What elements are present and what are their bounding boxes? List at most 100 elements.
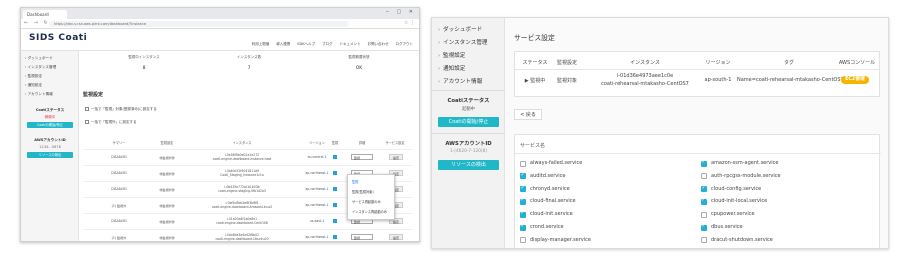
sidebar-item-instances[interactable]: › インスタンス管理 (438, 38, 488, 46)
table-header: インスタンス (630, 60, 660, 66)
aws-account-id: 1-(4620-7-120(8) (449, 149, 488, 154)
ec2-console-button[interactable]: EC2管理 (841, 76, 869, 84)
dropdown-option[interactable]: サービス再起動のみ (352, 199, 381, 204)
service-name: dbus.service (711, 224, 743, 230)
table-header: 監視 (331, 141, 339, 145)
top-nav-item[interactable]: ログアウト (396, 42, 414, 47)
top-nav-item[interactable]: 利用上限値 (252, 42, 270, 47)
url-field[interactable]: https://dev-v-rsa.aws.pirnt.com/dashboar… (49, 21, 349, 27)
service-checkbox[interactable] (701, 197, 707, 205)
page-title: サービス設定 (514, 34, 555, 42)
service-name: auditd.service (530, 172, 566, 179)
service-checkbox[interactable] (520, 223, 526, 231)
bulk-monitor-check[interactable]: 一括で「監視」対象(登録済み)に設定する (85, 107, 157, 112)
dropdown-option[interactable]: 監視 (352, 179, 358, 184)
coati-toggle-button[interactable]: Coatiの開始/停止 (438, 117, 499, 127)
service-checkbox[interactable] (701, 173, 707, 180)
resource-detect-button[interactable]: リソースの検出 (27, 152, 73, 158)
top-nav-item[interactable]: お問い合わせ (368, 42, 389, 47)
top-nav-item[interactable]: ブログ (322, 42, 333, 47)
browser-menu-icon[interactable]: ☆ ⋮ (404, 20, 415, 26)
bulk-unmonitor-check[interactable]: 一括で「監視外」に設定する (85, 120, 137, 125)
monitor-setting-value: 監視対象 (556, 78, 577, 84)
window-controls[interactable]: ‒ ▢ ✕ (386, 9, 416, 15)
services-header: サービス名 (520, 143, 546, 149)
service-checkbox[interactable] (701, 211, 707, 218)
dropdown-option[interactable]: 監視(監視対象) (352, 189, 374, 194)
status-value: ▶ 監視中 (524, 78, 546, 84)
main-panel: 監視中インスタンス 8 インスタンス数 7 監視概要状態 OK 監視設定 一括で… (79, 51, 419, 241)
monitor-select[interactable]: 監視 (351, 234, 373, 240)
table-header: AWSコンソール (838, 60, 876, 66)
sidebar-item-monitoring[interactable]: › 監視設定 (25, 74, 42, 79)
instance-id: i-01d36e4973aee1c0e (616, 73, 674, 79)
service-checkbox[interactable] (520, 160, 526, 167)
service-checkbox[interactable] (520, 210, 526, 218)
instance-cell: i-0dc6be3e4a42f8b02 coati-engine-dashboa… (215, 233, 269, 241)
summary-cell: DISABLED (111, 187, 127, 191)
dropdown-option[interactable]: インスタンス再起動のみ (352, 209, 387, 214)
coati-toggle-button[interactable]: Coatiの開始/停止 (27, 122, 73, 128)
service-setting-button[interactable]: 設定 (389, 234, 403, 240)
instance-cell: i-0ab3c52f9041811d9 Coati_Staging_Instan… (220, 169, 264, 177)
table-row: DISABLED 非監視対象 i-0e58f5b0e01a1e272 coati-e… (83, 149, 413, 165)
top-nav-item[interactable]: SDKヘルプ (297, 42, 315, 47)
aws-account-id: 1234...5678 (39, 145, 61, 149)
table-header: 監視設定 (160, 141, 174, 145)
service-setting-button[interactable]: 設定 (389, 154, 403, 160)
service-checkbox[interactable] (701, 237, 707, 244)
summary-value: OK (355, 66, 363, 71)
monitor-checkbox[interactable] (333, 219, 337, 223)
region-cell: ap-northeast-1 (305, 203, 329, 207)
service-name: cloud-final.service (530, 198, 576, 205)
service-checkbox[interactable] (520, 185, 526, 193)
aws-account-title: AWSアカウントID (445, 141, 492, 147)
sidebar: › ダッシュボード › インスタンス管理 › 監視設定 › 通知設定 › アカウント情報 … (432, 18, 505, 248)
sidebar-item-account[interactable]: › アカウント情報 (25, 92, 53, 97)
nav-arrows-icon[interactable]: ← → ↻ (24, 20, 50, 26)
monitor-setting-cell: 非監視対象 (159, 204, 175, 208)
chevron-right-icon: › (438, 79, 440, 85)
sidebar-item-monitoring[interactable]: › 監視設定 (438, 51, 465, 59)
monitor-select[interactable]: 監視 (351, 154, 373, 160)
sidebar-item-dashboard[interactable]: › ダッシュボード (25, 56, 53, 61)
sidebar-item-instances[interactable]: › インスタンス管理 (25, 65, 56, 70)
sidebar-item-notifications[interactable]: › 通知設定 (438, 64, 465, 72)
service-name: cloud-init.service (530, 211, 573, 218)
resource-detect-button[interactable]: リソースの検出 (438, 160, 499, 170)
monitor-checkbox[interactable] (333, 235, 337, 239)
divider (432, 133, 505, 134)
monitor-checkbox[interactable] (333, 171, 337, 175)
summary-value: 7 (247, 66, 251, 71)
logo: SIDS Coati (29, 33, 88, 43)
table-header: リージョン (705, 60, 731, 66)
service-checkbox[interactable] (520, 197, 526, 205)
divider (432, 90, 505, 91)
back-button[interactable]: < 戻る (514, 109, 542, 120)
monitor-checkbox[interactable] (333, 203, 337, 207)
top-nav-item[interactable]: ドキュメント (340, 42, 361, 47)
service-checkbox[interactable] (520, 237, 526, 244)
instance-table: ステータス 監視設定 インスタンス リージョン タグ AWSコンソール ▶ 監視… (514, 51, 880, 97)
service-name: chronyd.service (530, 185, 570, 192)
service-checkbox[interactable] (520, 172, 526, 180)
instance-cell: i-0bf5d5bb3e6f3b6f8 coati-engine-dashboa… (211, 201, 273, 209)
monitor-setting-cell: 非監視対象 (159, 236, 175, 240)
service-checkbox[interactable] (701, 223, 707, 231)
coati-status-value: 起動中 (462, 107, 475, 112)
service-name: cloud-config.service (711, 185, 762, 192)
divider (515, 153, 881, 154)
sidebar-item-account[interactable]: › アカウント情報 (438, 77, 482, 85)
service-checkbox[interactable] (701, 185, 707, 193)
browser-tab[interactable]: Dashboard (23, 10, 67, 19)
tag-value: Name=coati-rehearsal-mtakasho-CentOS7 (737, 77, 844, 83)
sidebar-item-notifications[interactable]: › 通知設定 (25, 83, 42, 88)
summary-label: 監視概要状態 (348, 55, 370, 59)
monitor-checkbox[interactable] (333, 155, 337, 159)
table-header: インスタンス (232, 141, 252, 145)
service-checkbox[interactable] (701, 159, 707, 167)
app-header: SIDS Coati 利用上限値 導入連携 SDKヘルプ ブログ ドキュメント … (21, 29, 419, 51)
sidebar-item-dashboard[interactable]: › ダッシュボード (438, 25, 482, 33)
monitor-checkbox[interactable] (333, 187, 337, 191)
top-nav-item[interactable]: 導入連携 (276, 42, 290, 47)
